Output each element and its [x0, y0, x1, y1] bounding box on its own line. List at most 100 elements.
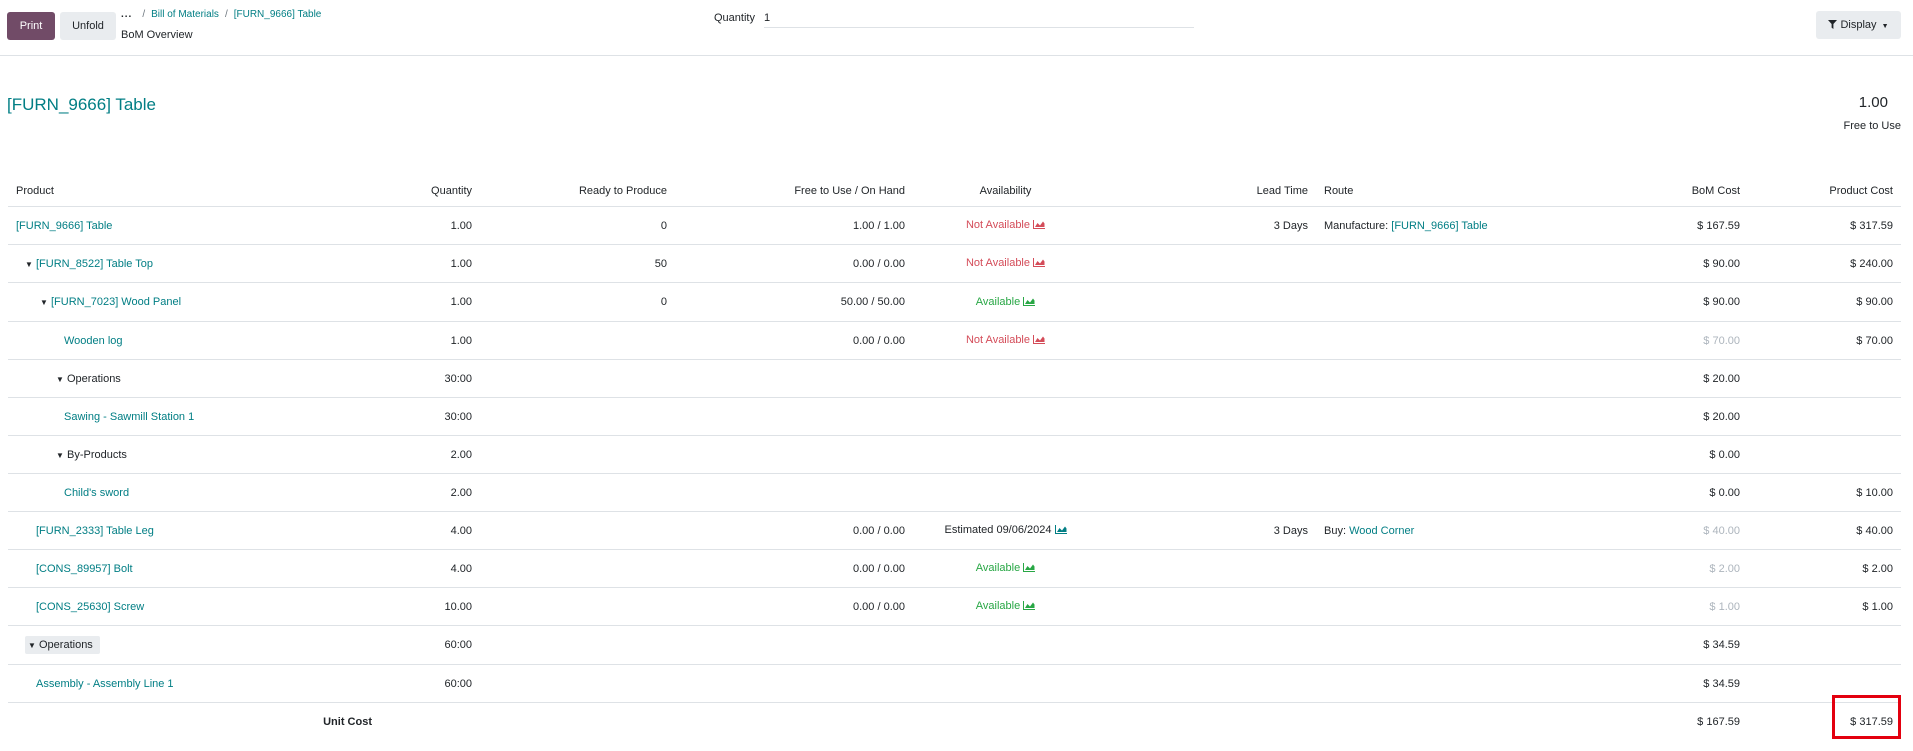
quantity-label: Quantity	[714, 12, 755, 24]
unfold-button[interactable]: Unfold	[60, 12, 116, 40]
ready-cell: 0	[480, 282, 675, 322]
lead-time-cell	[1098, 321, 1316, 360]
area-chart-icon[interactable]	[1033, 220, 1045, 232]
table-row: Child's sword 2.00 $ 0.00 $ 10.00	[8, 473, 1901, 512]
caret-down-icon[interactable]: ▼	[56, 451, 67, 460]
product-cell: [FURN_2333] Table Leg	[8, 511, 380, 550]
product-link[interactable]: Wooden log	[64, 335, 123, 347]
table-row: [CONS_89957] Bolt 4.00 0.00 / 0.00 Avail…	[8, 549, 1901, 588]
lead-time-cell	[1098, 435, 1316, 474]
lead-time-cell	[1098, 244, 1316, 283]
lead-time-cell	[1098, 625, 1316, 665]
breadcrumb: ... / Bill of Materials / [FURN_9666] Table	[121, 9, 327, 20]
report-title[interactable]: [FURN_9666] Table	[7, 95, 156, 115]
free-onhand-cell	[675, 435, 913, 474]
product-cost-cell	[1748, 397, 1901, 436]
caret-down-icon[interactable]: ▼	[25, 260, 36, 269]
breadcrumb-more-button[interactable]: ...	[121, 9, 132, 20]
product-cell: ▼ Operations	[8, 359, 380, 398]
availability-status: Not Available	[965, 334, 1030, 346]
free-onhand-cell: 0.00 / 0.00	[675, 511, 913, 550]
operation-link[interactable]: Assembly - Assembly Line 1	[36, 678, 174, 690]
product-cell: [CONS_25630] Screw	[8, 587, 380, 626]
product-cost-cell	[1748, 359, 1901, 398]
quantity-cell: 30:00	[380, 359, 480, 398]
bom-cost-cell: $ 34.59	[1598, 625, 1748, 665]
product-cell: Assembly - Assembly Line 1	[8, 664, 380, 703]
product-link[interactable]: [FURN_9666] Table	[16, 220, 112, 232]
route-link[interactable]: Wood Corner	[1349, 525, 1414, 537]
operations-toggle[interactable]: ▼ Operations	[25, 636, 100, 654]
caret-down-icon[interactable]: ▼	[56, 375, 67, 384]
table-row: [FURN_9666] Table 1.00 0 1.00 / 1.00 Not…	[8, 206, 1901, 245]
column-header-quantity: Quantity	[380, 176, 480, 207]
breadcrumb-separator: /	[224, 9, 228, 20]
product-link[interactable]: [FURN_8522] Table Top	[36, 258, 153, 270]
caret-down-icon[interactable]: ▼	[40, 298, 51, 307]
quantity-cell	[380, 703, 480, 741]
area-chart-icon[interactable]	[1023, 601, 1036, 613]
area-chart-icon[interactable]	[1023, 563, 1036, 575]
bom-cost-cell: $ 0.00	[1598, 473, 1748, 512]
ready-cell	[480, 664, 675, 703]
route-cell	[1316, 703, 1598, 741]
product-link[interactable]: Child's sword	[64, 487, 129, 499]
breadcrumb-bill-of-materials[interactable]: Bill of Materials	[151, 9, 219, 20]
ready-cell	[480, 473, 675, 512]
display-label: Display	[1840, 19, 1877, 31]
area-chart-icon[interactable]	[1033, 335, 1045, 347]
free-onhand-cell	[675, 473, 913, 512]
operation-link[interactable]: Sawing - Sawmill Station 1	[64, 411, 194, 423]
bom-cost-cell: $ 167.59	[1598, 206, 1748, 245]
route-cell	[1316, 549, 1598, 588]
lead-time-cell	[1098, 282, 1316, 322]
product-cell: Child's sword	[8, 473, 380, 512]
area-chart-icon[interactable]	[1033, 258, 1045, 270]
breadcrumb-product[interactable]: [FURN_9666] Table	[234, 9, 322, 20]
availability-cell	[913, 625, 1098, 665]
quantity-cell: 60:00	[380, 625, 480, 665]
product-cell: ▼ [FURN_8522] Table Top	[8, 244, 380, 283]
free-onhand-cell	[675, 625, 913, 665]
product-link[interactable]: [FURN_7023] Wood Panel	[51, 296, 181, 308]
area-chart-icon[interactable]	[1054, 525, 1067, 537]
table-row: ▼ Operations 30:00 $ 20.00	[8, 359, 1901, 398]
quantity-input[interactable]	[764, 9, 1194, 28]
product-link[interactable]: [CONS_89957] Bolt	[36, 563, 133, 575]
route-cell	[1316, 664, 1598, 703]
lead-time-cell	[1098, 664, 1316, 703]
column-header-bom-cost: BoM Cost	[1598, 176, 1748, 207]
free-onhand-cell: 0.00 / 0.00	[675, 587, 913, 626]
free-onhand-cell: 0.00 / 0.00	[675, 549, 913, 588]
column-header-route: Route	[1316, 176, 1598, 207]
area-chart-icon[interactable]	[1023, 296, 1036, 309]
table-row: ▼ Operations 60:00 $ 34.59	[8, 625, 1901, 665]
route-link[interactable]: [FURN_9666] Table	[1391, 220, 1487, 232]
route-prefix: Buy:	[1324, 524, 1350, 537]
section-label[interactable]: By-Products	[67, 449, 127, 461]
print-button[interactable]: Print	[7, 12, 55, 40]
ready-cell	[480, 703, 675, 741]
quantity-cell: 1.00	[380, 282, 480, 322]
total-product-cost: $ 317.59	[1850, 715, 1893, 728]
availability-cell: Not Available	[913, 321, 1098, 360]
availability-cell	[913, 664, 1098, 703]
product-cost-cell: $ 10.00	[1748, 473, 1901, 512]
product-link[interactable]: [CONS_25630] Screw	[36, 601, 144, 613]
route-cell	[1316, 244, 1598, 283]
lead-time-cell: 3 Days	[1098, 206, 1316, 245]
ready-cell	[480, 435, 675, 474]
ready-cell	[480, 397, 675, 436]
chevron-down-icon: ▼	[1881, 23, 1889, 30]
product-cell: ▼ Operations	[8, 625, 380, 665]
section-label[interactable]: Operations	[67, 373, 121, 385]
availability-status: Not Available	[965, 219, 1030, 231]
quantity-cell: 60:00	[380, 664, 480, 703]
total-label: Unit Cost	[323, 715, 372, 728]
product-link[interactable]: [FURN_2333] Table Leg	[36, 525, 154, 537]
route-cell	[1316, 587, 1598, 626]
breadcrumb-separator: /	[142, 9, 146, 20]
display-button[interactable]: Display ▼	[1816, 11, 1901, 39]
availability-status: Not Available	[965, 257, 1030, 269]
bom-cost-cell: $ 1.00	[1598, 587, 1748, 626]
